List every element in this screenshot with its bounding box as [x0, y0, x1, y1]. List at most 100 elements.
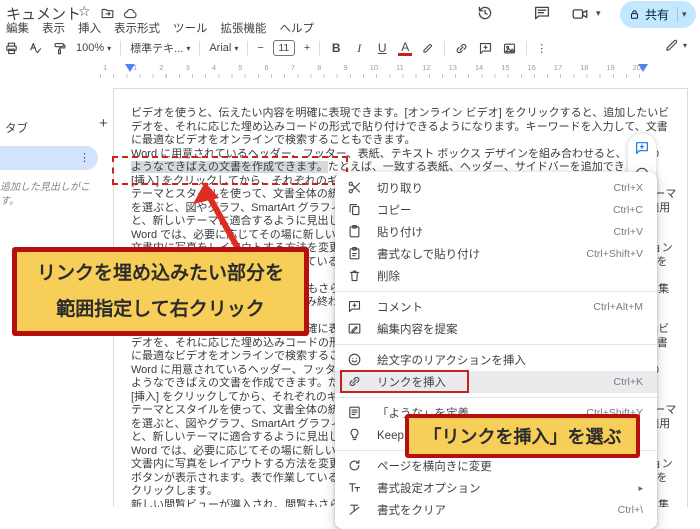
paragraph-style-select[interactable]: 標準テキ... ▾: [130, 40, 190, 56]
more-options-icon[interactable]: ⋮: [536, 42, 547, 55]
menubar-item[interactable]: 表示: [42, 20, 65, 36]
share-button[interactable]: 共有 ▾: [620, 1, 696, 28]
context-menu-item-paste[interactable]: 貼り付け Ctrl+V: [335, 221, 657, 243]
tabs-panel-label: タブ: [5, 123, 28, 135]
zoom-select[interactable]: 100% ▾: [76, 42, 111, 54]
font-size-input[interactable]: 11: [272, 40, 295, 56]
add-tab-button[interactable]: +: [99, 115, 108, 132]
menu-item-label: 編集内容を提案: [377, 324, 458, 336]
insert-link-icon[interactable]: [454, 41, 469, 56]
ruler-number: 1: [103, 63, 108, 72]
context-menu-item-cut[interactable]: 切り取り Ctrl+X: [335, 177, 657, 199]
toolbar-separator: [444, 40, 446, 56]
context-menu-item-delete[interactable]: 削除: [335, 265, 657, 287]
print-icon[interactable]: [4, 41, 19, 56]
context-menu-item-copy[interactable]: コピー Ctrl+C: [335, 199, 657, 221]
ruler-ticks: [100, 74, 652, 78]
comments-icon[interactable]: [533, 4, 550, 20]
clear-format-icon: [347, 502, 363, 518]
menubar-item[interactable]: 表示形式: [114, 20, 160, 36]
ruler-number: 19: [606, 63, 615, 72]
version-history-icon[interactable]: [476, 4, 492, 20]
lock-icon: [628, 8, 641, 21]
menubar-item[interactable]: ヘルプ: [280, 20, 315, 36]
sidebar-note-line: す。: [0, 196, 19, 207]
callout-text: リンクを埋め込みたい部分を: [36, 262, 284, 284]
bold-button[interactable]: B: [329, 41, 343, 55]
text-color-button[interactable]: A: [398, 41, 413, 56]
menubar-item[interactable]: 編集: [6, 20, 29, 36]
menu-item-label: 貼り付け: [377, 227, 423, 239]
toolbar-separator: [120, 40, 122, 56]
meet-caret-icon[interactable]: ▾: [596, 8, 601, 19]
ruler-number: 1: [133, 63, 138, 72]
comment-icon: [347, 299, 363, 315]
context-menu-item-paste-without-formatting[interactable]: 書式なしで貼り付け Ctrl+Shift+V: [335, 243, 657, 265]
add-comment-icon[interactable]: [478, 41, 493, 56]
ruler-number: 18: [580, 63, 589, 72]
share-label: 共有: [645, 8, 670, 22]
define-icon: [347, 405, 363, 421]
highlight-color-icon[interactable]: [421, 41, 435, 55]
menu-item-shortcut: Ctrl+Alt+M: [593, 301, 643, 313]
menu-item-label: 書式なしで貼り付け: [377, 249, 481, 261]
sidebar-tab-selected[interactable]: ⋮: [0, 146, 98, 170]
ruler-number: 8: [317, 63, 322, 72]
menu-item-label: コメント: [377, 302, 423, 314]
caret-icon: ▾: [186, 43, 191, 53]
doc-line: ビデオを使うと、伝えたい内容を明確に表現できます。[オンライン ビデオ] をクリ…: [131, 107, 670, 119]
ruler-number: 17: [553, 63, 563, 72]
context-menu-item-comment[interactable]: コメント Ctrl+Alt+M: [335, 296, 657, 318]
caret-icon: ▾: [107, 43, 112, 53]
context-menu-item-insert-emoji-reaction[interactable]: 絵文字のリアクションを挿入: [335, 349, 657, 371]
context-menu-item-suggest-edits[interactable]: 編集内容を提案: [335, 318, 657, 340]
context-menu: 切り取り Ctrl+X コピー Ctrl+C 貼り付け Ctrl+V 書式なしで貼り付け Ct…: [335, 172, 657, 529]
insert-image-icon[interactable]: [502, 41, 517, 56]
ruler-number: 5: [238, 63, 243, 72]
share-caret-icon[interactable]: ▾: [682, 9, 687, 20]
context-menu-item-page-orientation[interactable]: ページを横向きに変更: [335, 455, 657, 477]
menubar-item[interactable]: 拡張機能: [221, 20, 267, 36]
menu-item-label: 書式をクリア: [377, 505, 446, 517]
increase-font-button[interactable]: +: [304, 42, 310, 54]
menu-item-label: 書式設定オプション: [377, 483, 481, 495]
annotation-callout-insert-link: 「リンクを挿入」を選ぶ: [405, 414, 640, 458]
menu-item-label: 削除: [377, 271, 400, 283]
paint-format-icon[interactable]: [52, 41, 67, 56]
paste-icon: [347, 224, 363, 240]
toolbar-separator: [199, 40, 201, 56]
ruler-number: 3: [185, 63, 190, 72]
keep-icon: [347, 427, 363, 443]
add-comment-icon[interactable]: [634, 140, 650, 156]
menu-divider: [335, 291, 657, 292]
meet-video-icon[interactable]: [571, 5, 588, 21]
context-menu-item-format-options[interactable]: 書式設定オプション ▸: [335, 477, 657, 499]
context-menu-item-clear-formatting[interactable]: 書式をクリア Ctrl+\: [335, 499, 657, 521]
ruler-number: 13: [448, 63, 457, 72]
paste-plain-icon: [347, 246, 363, 262]
menu-item-shortcut: Ctrl+K: [613, 376, 643, 388]
italic-button[interactable]: I: [352, 41, 366, 56]
ruler-number: 9: [343, 63, 348, 72]
font-select[interactable]: Arial ▾: [209, 42, 238, 54]
underline-button[interactable]: U: [375, 41, 389, 55]
menubar-item[interactable]: 挿入: [78, 20, 101, 36]
menubar-item[interactable]: ツール: [173, 20, 208, 36]
decrease-font-button[interactable]: −: [257, 42, 263, 54]
star-icon[interactable]: ☆: [78, 4, 94, 20]
caret-icon: ▾: [683, 41, 688, 50]
tab-options-icon[interactable]: ⋮: [79, 151, 90, 164]
menu-divider: [335, 344, 657, 345]
submenu-arrow-icon: ▸: [638, 482, 643, 493]
ruler-number: 12: [422, 63, 431, 72]
ruler-number: 15: [501, 63, 510, 72]
ruler-number: 11: [396, 63, 404, 72]
editing-mode-button[interactable]: ▾: [664, 38, 687, 53]
ruler-number: 4: [211, 63, 217, 72]
spellcheck-icon[interactable]: [28, 41, 43, 56]
copy-icon: [347, 202, 363, 218]
ruler-number: 7: [290, 63, 295, 72]
annotation-callout-select-range: リンクを埋め込みたい部分を 範囲指定して右クリック: [12, 247, 309, 336]
context-menu-item-insert-link[interactable]: リンクを挿入 Ctrl+K: [335, 370, 657, 393]
doc-line: デオを、それに応じた埋め込みコードの形式で貼り付けできるようになります。キーワー…: [131, 120, 668, 133]
